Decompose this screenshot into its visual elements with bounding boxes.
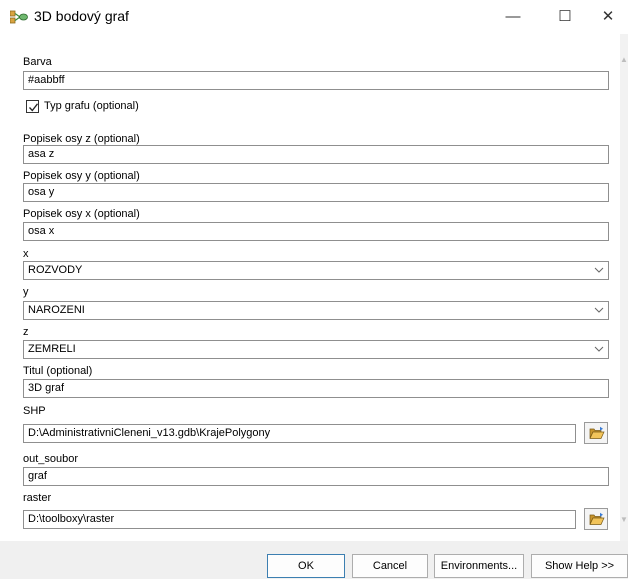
form-panel: Barva #aabbff Typ grafu (optional) Popis… [0,34,620,541]
raster-field[interactable]: D:\toolboxy\raster [23,510,576,529]
popisek-y-label: Popisek osy y (optional) [23,170,140,182]
scroll-down-arrow-icon[interactable]: ▼ [620,516,628,524]
environments-button[interactable]: Environments... [434,554,524,578]
scroll-up-arrow-icon[interactable]: ▲ [620,56,628,64]
window-title: 3D bodový graf [34,8,129,24]
popisek-y-field[interactable]: osa y [23,183,609,202]
minimize-button[interactable]: — [490,0,536,34]
typ-grafu-label: Typ grafu (optional) [44,100,139,112]
x-select-value: ROZVODY [28,264,83,276]
popisek-z-field[interactable]: asa z [23,145,609,164]
shp-label: SHP [23,405,46,417]
vertical-scrollbar[interactable]: ▲ ▼ [620,34,628,541]
y-select[interactable]: NAROZENI [23,301,609,320]
x-select[interactable]: ROZVODY [23,261,609,280]
popisek-x-label: Popisek osy x (optional) [23,208,140,220]
cancel-button[interactable]: Cancel [352,554,428,578]
z-select-value: ZEMRELI [28,343,76,355]
popisek-z-label: Popisek osy z (optional) [23,133,140,145]
chevron-down-icon[interactable] [593,302,605,319]
barva-field[interactable]: #aabbff [23,71,609,90]
open-folder-icon [589,426,605,439]
typ-grafu-checkbox[interactable] [26,100,39,113]
title-bar: 3D bodový graf — ☐ ✕ [0,0,628,34]
open-folder-icon [589,512,605,525]
z-select[interactable]: ZEMRELI [23,340,609,359]
raster-label: raster [23,492,52,504]
x-label: x [23,248,29,260]
shp-field[interactable]: D:\AdministrativniCleneni_v13.gdb\KrajeP… [23,424,576,443]
titul-field[interactable]: 3D graf [23,379,609,398]
titul-label: Titul (optional) [23,365,93,377]
show-help-button[interactable]: Show Help >> [531,554,628,578]
ok-button[interactable]: OK [267,554,345,578]
barva-label: Barva [23,56,52,68]
y-label: y [23,286,29,298]
raster-browse-button[interactable] [584,508,608,530]
popisek-x-field[interactable]: osa x [23,222,609,241]
maximize-button[interactable]: ☐ [542,0,588,34]
chevron-down-icon[interactable] [593,341,605,358]
out-soubor-field[interactable]: graf [23,467,609,486]
z-label: z [23,326,29,338]
chevron-down-icon[interactable] [593,262,605,279]
shp-browse-button[interactable] [584,422,608,444]
close-button[interactable]: ✕ [588,0,628,34]
out-soubor-label: out_soubor [23,453,79,465]
button-bar: OK Cancel Environments... Show Help >> [0,541,628,579]
y-select-value: NAROZENI [28,304,85,316]
toolbox-model-icon [9,10,28,24]
